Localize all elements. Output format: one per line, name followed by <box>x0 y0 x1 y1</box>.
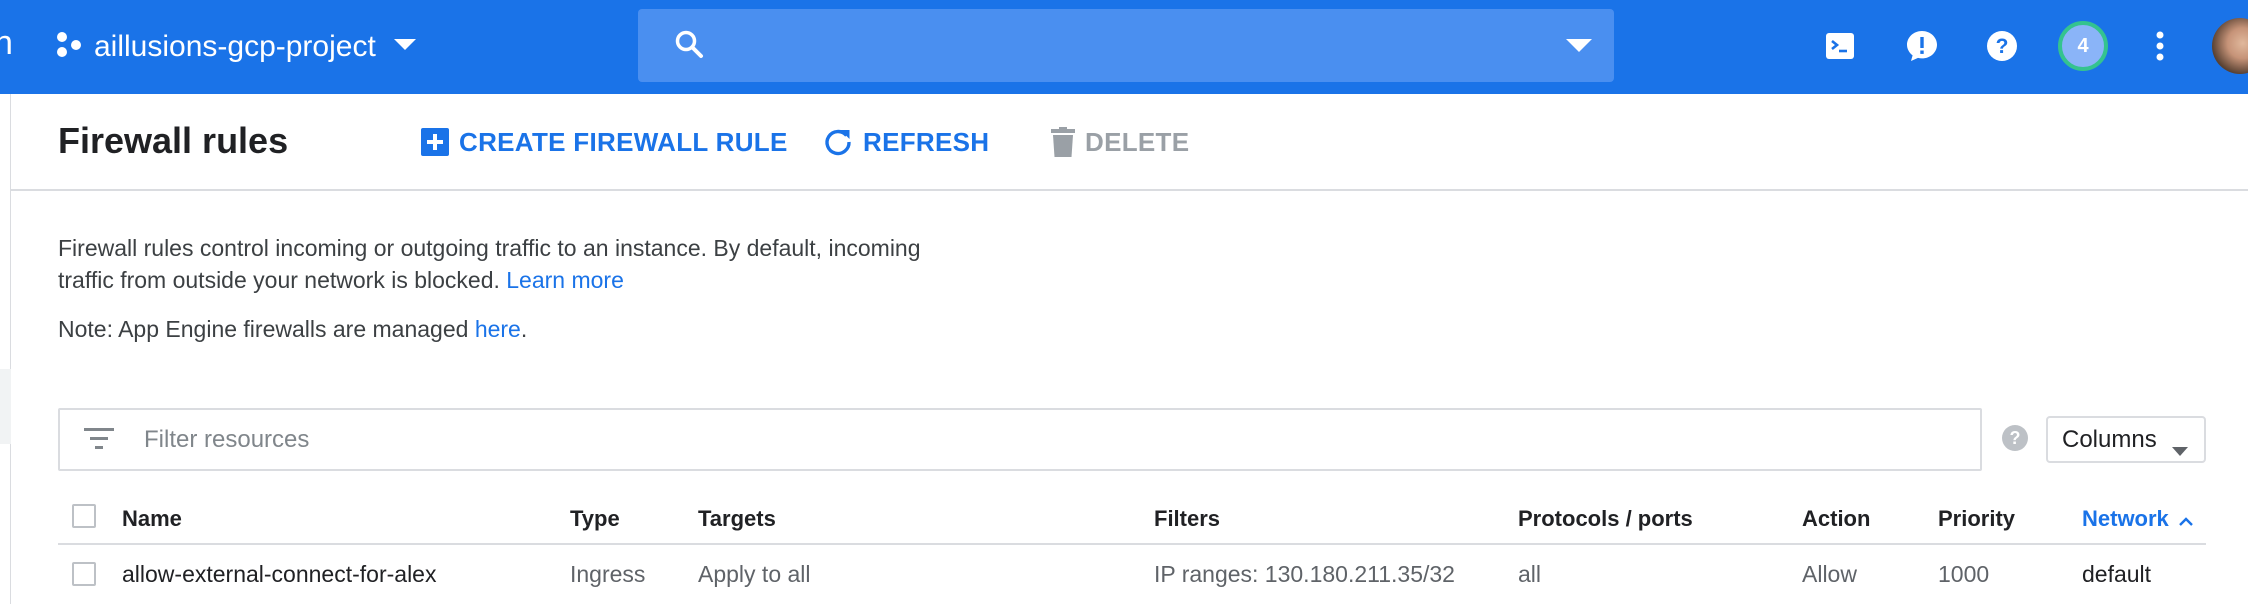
page-title: Firewall rules <box>58 120 289 161</box>
more-vert-icon[interactable] <box>2140 26 2180 66</box>
rule-network[interactable]: default <box>2082 561 2151 588</box>
rule-type: Ingress <box>570 561 646 587</box>
trash-icon <box>1051 127 1075 157</box>
column-header-action[interactable]: Action <box>1802 506 1870 532</box>
search-dropdown-icon[interactable] <box>1566 39 1592 57</box>
refresh-label: REFRESH <box>863 126 990 157</box>
search-input[interactable] <box>724 21 1484 69</box>
filter-input[interactable] <box>144 420 1924 460</box>
filter-help-icon[interactable]: ? <box>2002 425 2028 451</box>
search-icon <box>674 29 704 64</box>
avatar[interactable] <box>2212 18 2248 74</box>
page-toolbar: Firewall rules CREATE FIREWALL RULE REFR… <box>11 94 2248 191</box>
column-header-network[interactable]: Network <box>2082 506 2193 532</box>
feedback-icon[interactable] <box>1902 26 1942 66</box>
column-header-filters[interactable]: Filters <box>1154 506 1220 532</box>
search-bar[interactable] <box>638 9 1614 82</box>
side-nav-edge <box>0 94 11 604</box>
learn-more-link[interactable]: Learn more <box>506 267 624 293</box>
table-row[interactable]: allow-external-connect-for-alex Ingress … <box>58 547 2206 604</box>
project-name: aillusions-gcp-project <box>94 30 376 63</box>
product-name-fragment: n <box>0 24 13 62</box>
side-nav-selected-item[interactable] <box>0 369 11 444</box>
add-box-icon <box>421 128 449 156</box>
rule-protocols: all <box>1518 561 1542 587</box>
column-header-protocols[interactable]: Protocols / ports <box>1518 506 1693 532</box>
rule-priority: 1000 <box>1938 561 1990 587</box>
cloud-shell-icon[interactable] <box>1820 26 1860 66</box>
refresh-button[interactable]: REFRESH <box>823 122 989 162</box>
project-icon <box>54 30 84 65</box>
rule-name[interactable]: allow-external-connect-for-alex <box>122 561 436 588</box>
top-app-bar: n aillusions-gcp-project ? 4 <box>0 0 2248 94</box>
project-selector[interactable]: aillusions-gcp-project <box>54 24 416 70</box>
app-engine-note: Note: App Engine firewalls are managed h… <box>58 313 527 345</box>
description-text: Firewall rules control incoming or outgo… <box>58 235 921 293</box>
refresh-icon <box>823 127 853 157</box>
create-firewall-rule-label: CREATE FIREWALL RULE <box>459 126 788 157</box>
notification-badge[interactable]: 4 <box>2058 21 2108 71</box>
create-firewall-rule-button[interactable]: CREATE FIREWALL RULE <box>421 122 788 162</box>
note-suffix: . <box>520 316 528 342</box>
chevron-down-icon <box>393 38 416 56</box>
rule-action: Allow <box>1802 561 1857 587</box>
column-header-name[interactable]: Name <box>122 506 182 532</box>
rule-targets: Apply to all <box>698 561 811 587</box>
chevron-down-icon <box>2172 435 2188 463</box>
columns-label: Columns <box>2062 425 2157 453</box>
column-header-targets[interactable]: Targets <box>698 506 776 532</box>
filter-list-icon <box>84 428 114 455</box>
select-all-checkbox[interactable] <box>72 504 96 528</box>
columns-button[interactable]: Columns <box>2046 416 2206 463</box>
note-text: Note: App Engine firewalls are managed <box>58 316 469 342</box>
rule-filters: IP ranges: 130.180.211.35/32 <box>1154 561 1455 587</box>
svg-text:?: ? <box>1996 35 2009 58</box>
here-link[interactable]: here <box>475 316 521 342</box>
column-header-type[interactable]: Type <box>570 506 620 532</box>
sort-ascending-icon <box>2178 506 2193 532</box>
row-checkbox[interactable] <box>72 562 96 586</box>
column-header-priority[interactable]: Priority <box>1938 506 2015 532</box>
page-description: Firewall rules control incoming or outgo… <box>58 232 958 296</box>
column-header-network-label: Network <box>2082 506 2169 531</box>
delete-button[interactable]: DELETE <box>1051 122 1189 162</box>
filter-bar[interactable] <box>58 408 1982 471</box>
table-header: Name Type Targets Filters Protocols / po… <box>58 490 2206 545</box>
help-icon[interactable]: ? <box>1982 26 2022 66</box>
delete-label: DELETE <box>1085 126 1190 157</box>
